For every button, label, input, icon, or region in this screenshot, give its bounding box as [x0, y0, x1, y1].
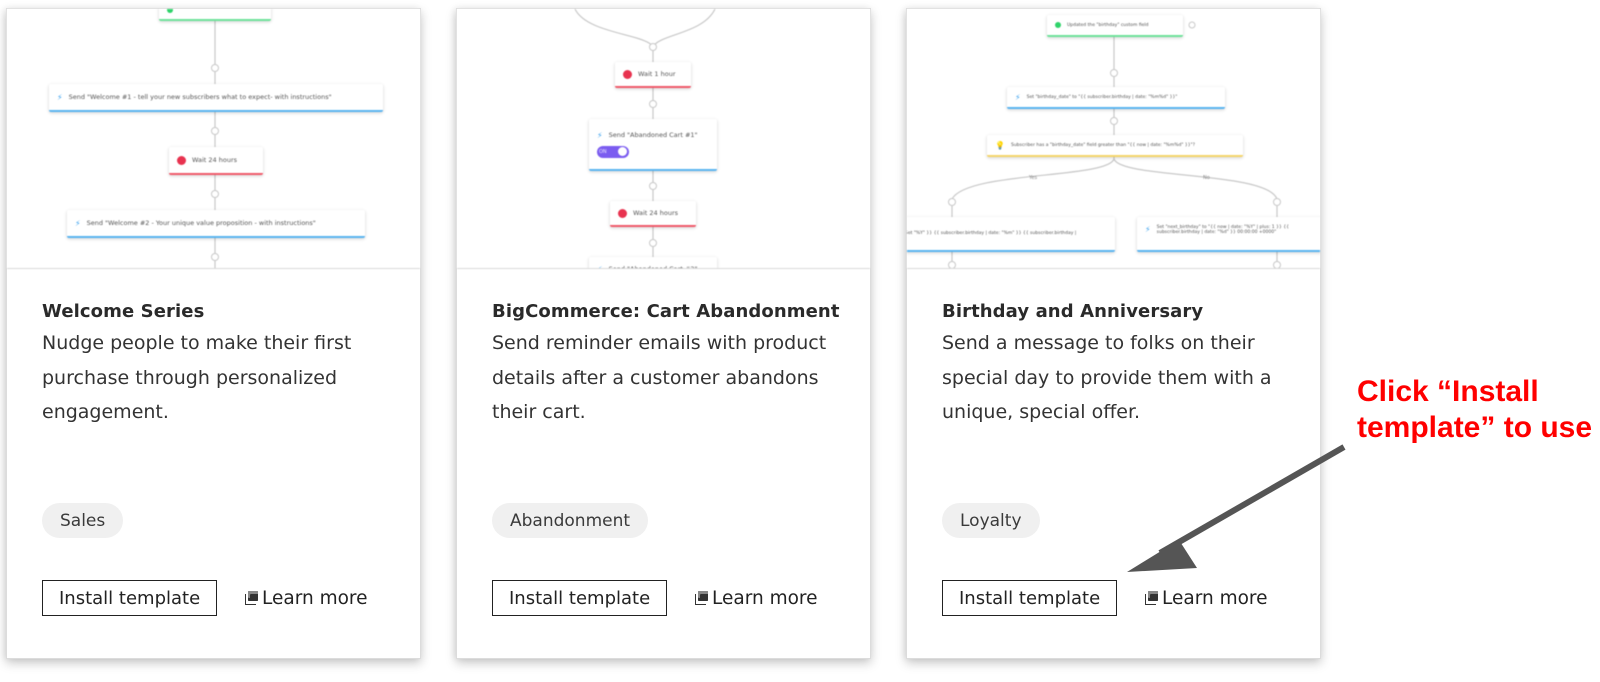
lightbulb-icon: 💡 [995, 140, 1005, 150]
docs-icon [1145, 591, 1159, 605]
category-tag[interactable]: Sales [42, 503, 124, 538]
workflow-preview: Wait 1 hour ⚡ Send "Abandoned Cart #1" ON… [457, 9, 870, 269]
learn-more-link[interactable]: Learn more [1145, 580, 1268, 616]
install-template-button[interactable]: Install template [492, 580, 668, 616]
clock-icon [618, 208, 627, 218]
card-title: BigCommerce: Cart Abandonment [492, 301, 840, 322]
category-tag[interactable]: Loyalty [942, 503, 1040, 538]
template-card-welcome-series: ⚡ Send "Welcome #1 - tell your new subscr… [6, 8, 421, 659]
branch-label-no: No [1203, 175, 1210, 181]
workflow-node-send-1: ⚡ Send "Welcome #1 - tell your new subscr… [49, 84, 383, 112]
install-template-button[interactable]: Install template [42, 580, 218, 616]
lightning-icon: ⚡ [597, 130, 603, 140]
card-description: Nudge people to make their first purchas… [42, 332, 352, 423]
workflow-node-set-field: ⚡ Set "birthday_date" to "{{ subscriber.b… [1007, 87, 1225, 109]
install-template-button[interactable]: Install template [942, 580, 1118, 616]
lightning-icon: ⚡ [57, 92, 63, 102]
workflow-node-send-2: ⚡ Send "Welcome #2 - Your unique value pr… [67, 210, 365, 238]
docs-icon [245, 591, 259, 605]
card-body: BigCommerce: Cart Abandonment Send remin… [492, 299, 840, 430]
lightning-icon: ⚡ [1015, 92, 1021, 102]
branch-label-yes: Yes [1028, 175, 1037, 181]
workflow-node-branch-yes: Set "%Y" }} {{ subscriber.birthday | dat… [907, 217, 1115, 252]
card-body: Welcome Series Nudge people to make thei… [42, 299, 390, 430]
workflow-node-condition: 💡 Subscriber has a "birthday_date" field … [987, 135, 1243, 157]
trigger-icon [1055, 22, 1061, 28]
trigger-icon [167, 9, 173, 13]
card-title: Birthday and Anniversary [942, 301, 1204, 322]
workflow-preview: Yes No Updated the "birthday" custom fie… [907, 9, 1320, 269]
lightning-icon: ⚡ [1145, 225, 1151, 234]
instruction-annotation: Click “Install template” to use [1357, 375, 1593, 444]
workflow-preview: ⚡ Send "Welcome #1 - tell your new subscr… [7, 9, 420, 269]
card-title: Welcome Series [42, 301, 205, 322]
card-description: Send reminder emails with product detail… [492, 332, 827, 423]
card-description: Send a message to folks on their special… [942, 332, 1272, 423]
workflow-node-trigger: Updated the "birthday" custom field [1047, 15, 1183, 37]
workflow-node-branch-no: ⚡ Set "next_birthday" to "{{ now | date: … [1137, 217, 1320, 252]
workflow-node-send-2: ⚡ Send "Abandoned Cart #2" [589, 257, 717, 268]
docs-icon [695, 591, 709, 605]
clock-icon [623, 69, 632, 79]
workflow-node-wait-24h: Wait 24 hours [610, 201, 696, 227]
workflow-node-send-1: ⚡ Send "Abandoned Cart #1" ON [589, 119, 717, 171]
template-card-birthday-anniversary: Yes No Updated the "birthday" custom fie… [906, 8, 1321, 659]
lightning-icon: ⚡ [75, 218, 81, 228]
category-tag[interactable]: Abandonment [492, 503, 649, 538]
workflow-node-trigger [159, 9, 271, 21]
learn-more-link[interactable]: Learn more [245, 580, 368, 616]
clock-icon [177, 155, 186, 165]
learn-more-link[interactable]: Learn more [695, 580, 818, 616]
workflow-node-wait-1h: Wait 1 hour [615, 62, 691, 88]
workflow-node-wait: Wait 24 hours [169, 147, 263, 175]
enabled-toggle[interactable]: ON [597, 145, 629, 158]
card-body: Birthday and Anniversary Send a message … [942, 299, 1290, 430]
template-card-cart-abandonment: Wait 1 hour ⚡ Send "Abandoned Cart #1" ON… [456, 8, 871, 659]
